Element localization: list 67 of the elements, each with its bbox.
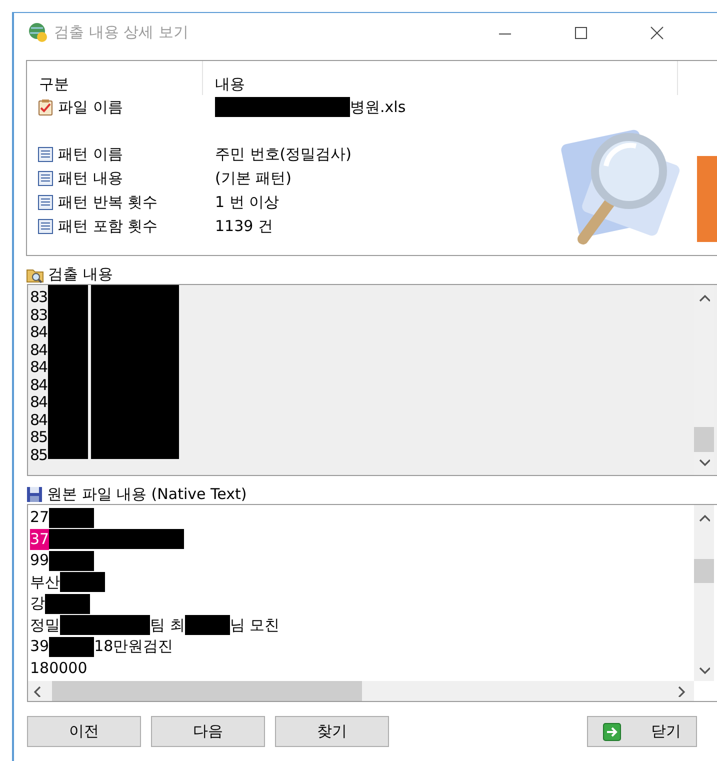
redaction-block (49, 508, 94, 528)
value-text: 병원.xls (350, 96, 406, 118)
redaction-block (305, 97, 350, 117)
field-label: 패턴 포함 횟수 (58, 216, 158, 237)
column-header: 내용 (215, 74, 245, 94)
document-icon (37, 218, 54, 234)
value-text: (기본 패턴) (215, 168, 292, 189)
value-text: 주민 번호(정밀검사) (215, 144, 352, 165)
window-title: 검출 내용 상세 보기 (54, 22, 188, 43)
section-title: 검출 내용 (48, 264, 113, 285)
value-text: 180000 (30, 658, 88, 678)
redaction-block (49, 550, 94, 571)
redaction-block (184, 615, 230, 636)
redaction-block (139, 529, 184, 550)
value-text: 99 (30, 550, 50, 571)
list-item[interactable]: 84 (30, 324, 48, 342)
list-item[interactable]: 85 (30, 429, 48, 446)
document-icon (37, 146, 54, 162)
scrollbar-thumb[interactable] (52, 681, 362, 701)
document-icon (37, 194, 54, 210)
list-item[interactable]: 84 (30, 394, 48, 412)
maximize-icon (575, 26, 587, 39)
field-label: 파일 이름 (58, 96, 123, 118)
field-label: 패턴 반복 횟수 (58, 192, 158, 213)
horizontal-scrollbar[interactable] (28, 681, 694, 701)
value-text: 님 모친 (230, 614, 280, 636)
arrow-right-icon (603, 722, 621, 740)
list-item[interactable]: 84 (30, 412, 48, 429)
redaction-block (49, 636, 94, 657)
scrollbar-thumb[interactable] (694, 427, 714, 452)
value-text: 39 (30, 636, 50, 657)
value-text: 27 (30, 507, 50, 528)
list-item[interactable]: 85 (30, 446, 48, 464)
value-text: 정밀 (30, 614, 60, 636)
list-item[interactable]: 83 (30, 306, 48, 324)
redaction-block (60, 615, 105, 636)
value-text: 1139 건 (215, 216, 273, 237)
scrollbar-thumb[interactable] (694, 559, 714, 583)
value-text: 강 (30, 593, 45, 614)
redaction-block (49, 529, 94, 550)
clipboard-check-icon (37, 98, 54, 116)
field-label: 패턴 이름 (58, 144, 123, 165)
dialog-button[interactable]: 찾기 (275, 716, 389, 747)
value-text: 1 번 이상 (215, 192, 280, 213)
value-text: 18만원검진 (94, 636, 174, 657)
field-label: 패턴 내용 (58, 168, 123, 189)
redaction-block (45, 594, 90, 614)
vertical-scrollbar[interactable] (694, 505, 714, 681)
redaction-block (215, 97, 260, 117)
value-text: 부산 (30, 572, 60, 592)
dialog-button[interactable]: 다음 (151, 716, 265, 747)
list-item[interactable]: 83 (30, 289, 48, 306)
redaction-block (60, 572, 105, 592)
value-text: 팀 최 (150, 614, 185, 636)
section-title: 원본 파일 내용 (Native Text) (47, 484, 247, 505)
column-header: 구분 (39, 74, 69, 94)
value-text: 37 (30, 528, 50, 550)
list-item[interactable]: 84 (30, 342, 48, 359)
close-button[interactable]: 닫기 (587, 716, 697, 747)
dialog-button[interactable]: 이전 (27, 716, 141, 747)
document-icon (37, 170, 54, 186)
app-globe-icon (28, 22, 48, 42)
list-item[interactable]: 84 (30, 359, 48, 376)
redaction-block (105, 615, 150, 636)
minimize-icon (498, 33, 512, 34)
close-icon (650, 26, 664, 40)
list-item[interactable]: 84 (30, 376, 48, 394)
